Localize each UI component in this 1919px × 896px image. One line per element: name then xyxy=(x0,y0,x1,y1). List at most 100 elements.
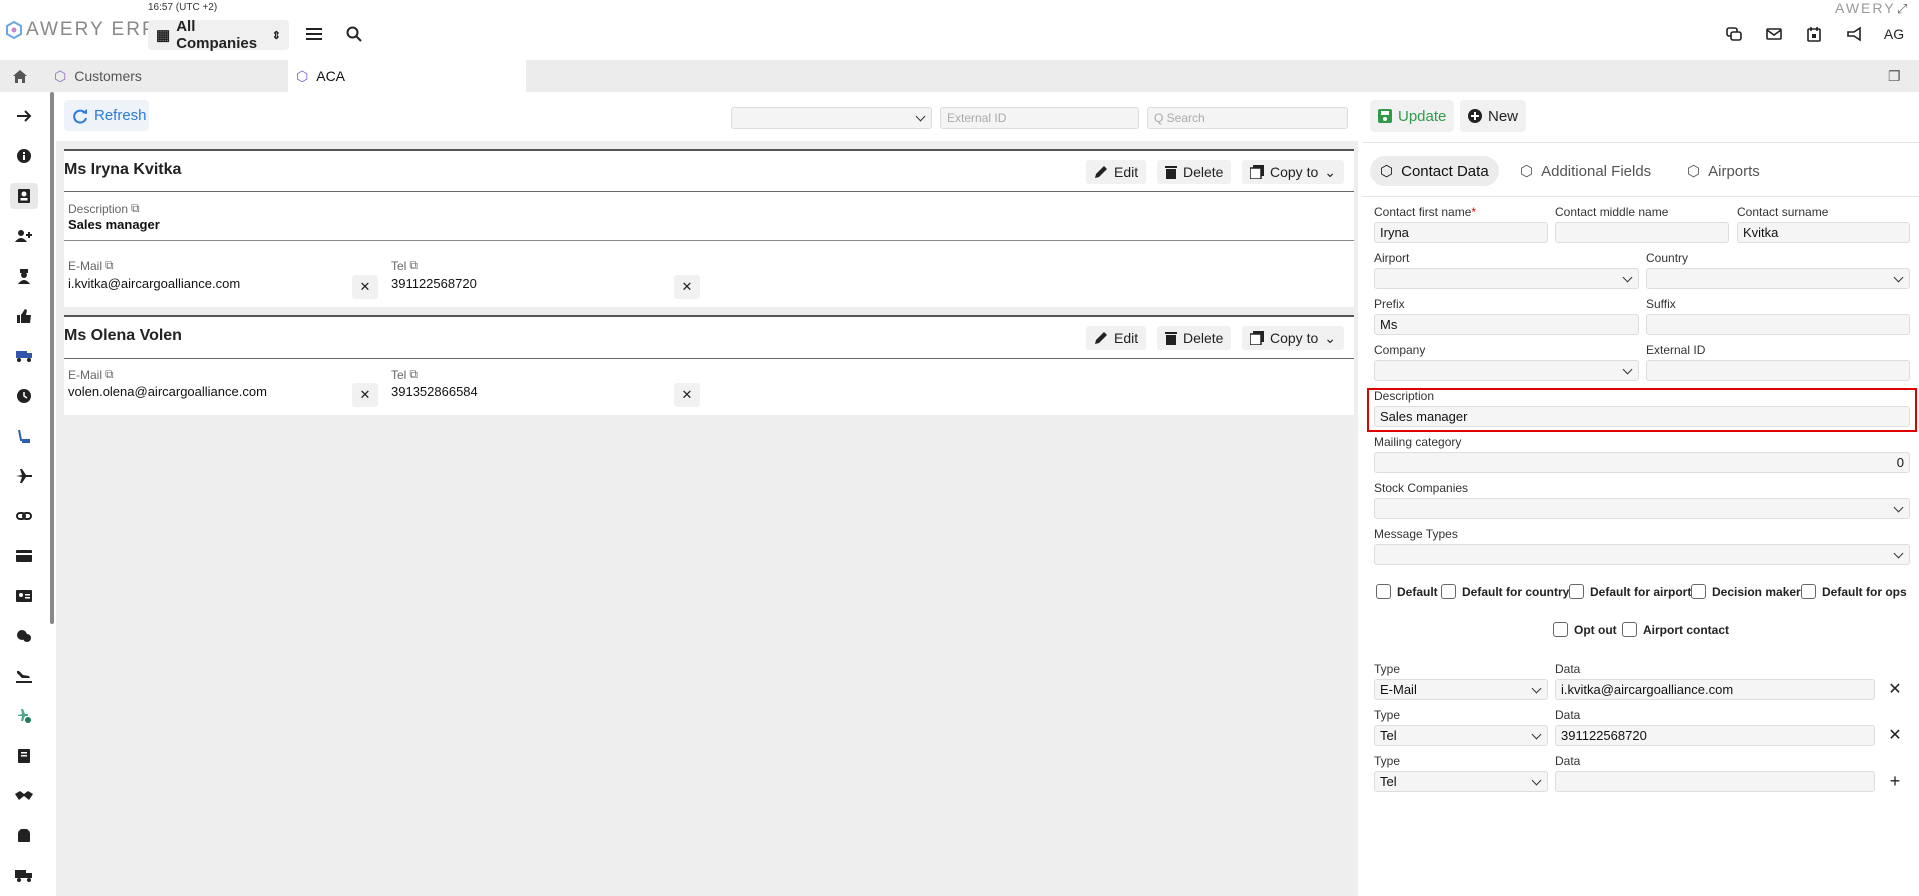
close-icon[interactable]: ✕ xyxy=(1882,677,1908,701)
checkbox-box[interactable] xyxy=(1691,584,1706,599)
link-icon[interactable] xyxy=(10,503,38,529)
checkbox-box[interactable] xyxy=(1376,584,1391,599)
info-icon[interactable] xyxy=(10,143,38,169)
tab-airports[interactable]: ⬡ Airports xyxy=(1677,156,1770,186)
close-icon[interactable]: ✕ xyxy=(674,275,700,299)
card-icon[interactable] xyxy=(10,543,38,569)
description-field[interactable]: Sales manager xyxy=(1374,406,1910,427)
handshake-icon[interactable] xyxy=(10,783,38,809)
chat-icon[interactable] xyxy=(1720,20,1748,48)
close-icon[interactable]: ✕ xyxy=(352,383,378,407)
external-id-field[interactable] xyxy=(1646,360,1910,381)
sidebar-scrollbar[interactable] xyxy=(50,92,54,624)
type-select[interactable]: Tel xyxy=(1374,725,1548,746)
company-select[interactable] xyxy=(1374,360,1639,381)
checkbox-opt-out[interactable]: Opt out xyxy=(1553,622,1617,637)
box-icon[interactable] xyxy=(10,823,38,849)
copy-to-button[interactable]: Copy to ⌄ xyxy=(1242,326,1344,350)
plane-icon[interactable] xyxy=(10,463,38,489)
type-select[interactable]: E-Mail xyxy=(1374,679,1548,700)
checkbox-default-country[interactable]: Default for country xyxy=(1441,584,1569,599)
update-button[interactable]: Update xyxy=(1370,100,1455,132)
mail-icon[interactable] xyxy=(1760,20,1788,48)
checkbox-airport-contact[interactable]: Airport contact xyxy=(1622,622,1729,637)
checkbox-box[interactable] xyxy=(1569,584,1584,599)
airport-select[interactable] xyxy=(1374,268,1639,289)
user-avatar[interactable]: AG xyxy=(1880,20,1908,48)
trash-icon xyxy=(1165,166,1177,179)
delete-button[interactable]: Delete xyxy=(1157,326,1232,350)
calendar-icon[interactable] xyxy=(1800,20,1828,48)
prefix-field[interactable]: Ms xyxy=(1374,314,1639,335)
data-field[interactable]: i.kvitka@aircargoalliance.com xyxy=(1555,679,1875,700)
checkbox-default-airport[interactable]: Default for airport xyxy=(1569,584,1691,599)
contacts-icon[interactable] xyxy=(10,183,38,209)
megaphone-icon[interactable] xyxy=(1840,20,1868,48)
email-label: E-Mail ⧉ xyxy=(68,258,114,273)
company-select[interactable]: ▦ All Companies ⇕ xyxy=(148,18,289,52)
middle-name-field[interactable] xyxy=(1555,222,1729,243)
close-icon[interactable]: ✕ xyxy=(674,383,700,407)
checkbox-box[interactable] xyxy=(1622,622,1637,637)
add-user-icon[interactable] xyxy=(10,223,38,249)
suffix-field[interactable] xyxy=(1646,314,1910,335)
truck-icon[interactable] xyxy=(10,863,38,889)
id-card-icon[interactable] xyxy=(10,583,38,609)
type-label: Type xyxy=(1374,754,1401,768)
support-icon[interactable] xyxy=(10,623,38,649)
agent-icon[interactable] xyxy=(10,263,38,289)
book-icon[interactable] xyxy=(10,743,38,769)
trucks-icon[interactable] xyxy=(10,343,38,369)
search-icon[interactable] xyxy=(340,20,368,48)
plane-check-icon[interactable] xyxy=(10,703,38,729)
landing-icon[interactable] xyxy=(10,663,38,689)
search-input[interactable]: Q Search xyxy=(1147,107,1348,129)
contacts-panel: Refresh External ID Q Search Ms Iryna Kv… xyxy=(56,92,1358,896)
checkbox-box[interactable] xyxy=(1553,622,1568,637)
delete-button[interactable]: Delete xyxy=(1157,160,1232,184)
thumbs-up-icon[interactable] xyxy=(10,303,38,329)
external-id-input[interactable]: External ID xyxy=(940,107,1139,129)
close-icon[interactable]: ✕ xyxy=(1882,723,1908,747)
expand-icon[interactable]: ⤢ xyxy=(1897,1,1907,17)
copy-icon[interactable]: ⧉ xyxy=(409,367,418,382)
type-select[interactable]: Tel xyxy=(1374,771,1548,792)
edit-button[interactable]: Edit xyxy=(1086,326,1147,350)
tab-contact-data[interactable]: ⬡ Contact Data xyxy=(1370,156,1499,186)
checkbox-decision-maker[interactable]: Decision maker xyxy=(1691,584,1801,599)
arrow-right-icon[interactable] xyxy=(10,103,38,129)
tab-aca[interactable]: ⬡ ACA xyxy=(288,60,526,92)
contact-form-panel: Update New ⬡ Contact Data ⬡ Additional Fie… xyxy=(1362,92,1919,896)
windows-icon[interactable]: ❐ xyxy=(1888,60,1908,92)
data-field[interactable]: 391122568720 xyxy=(1555,725,1875,746)
tab-customers[interactable]: ⬡ Customers xyxy=(46,60,286,92)
first-name-field[interactable]: Iryna xyxy=(1374,222,1548,243)
country-select[interactable] xyxy=(1646,268,1910,289)
surname-field[interactable]: Kvitka xyxy=(1737,222,1910,243)
copy-icon[interactable]: ⧉ xyxy=(105,367,114,382)
app-logo[interactable]: AWERY ERP xyxy=(5,18,157,42)
copy-icon[interactable]: ⧉ xyxy=(131,201,140,216)
checkbox-default-ops[interactable]: Default for ops xyxy=(1801,584,1907,599)
checkbox-box[interactable] xyxy=(1801,584,1816,599)
copy-icon[interactable]: ⧉ xyxy=(105,258,114,273)
close-icon[interactable]: ✕ xyxy=(352,275,378,299)
filter-select[interactable] xyxy=(731,107,932,129)
checkbox-default[interactable]: Default xyxy=(1376,584,1438,599)
copy-icon[interactable]: ⧉ xyxy=(409,258,418,273)
copy-to-button[interactable]: Copy to ⌄ xyxy=(1242,160,1344,184)
mailing-category-field[interactable]: 0 xyxy=(1374,452,1910,473)
stock-companies-select[interactable] xyxy=(1374,498,1910,519)
message-types-select[interactable] xyxy=(1374,544,1910,565)
home-icon[interactable] xyxy=(12,60,42,92)
clock-icon[interactable] xyxy=(10,383,38,409)
edit-button[interactable]: Edit xyxy=(1086,160,1147,184)
data-field[interactable] xyxy=(1555,771,1875,792)
seat-icon[interactable] xyxy=(10,423,38,449)
refresh-button[interactable]: Refresh xyxy=(64,100,149,131)
menu-icon[interactable] xyxy=(300,20,328,48)
new-button[interactable]: New xyxy=(1460,100,1527,132)
plus-icon[interactable]: + xyxy=(1882,769,1908,793)
checkbox-box[interactable] xyxy=(1441,584,1456,599)
tab-additional-fields[interactable]: ⬡ Additional Fields xyxy=(1510,156,1661,186)
